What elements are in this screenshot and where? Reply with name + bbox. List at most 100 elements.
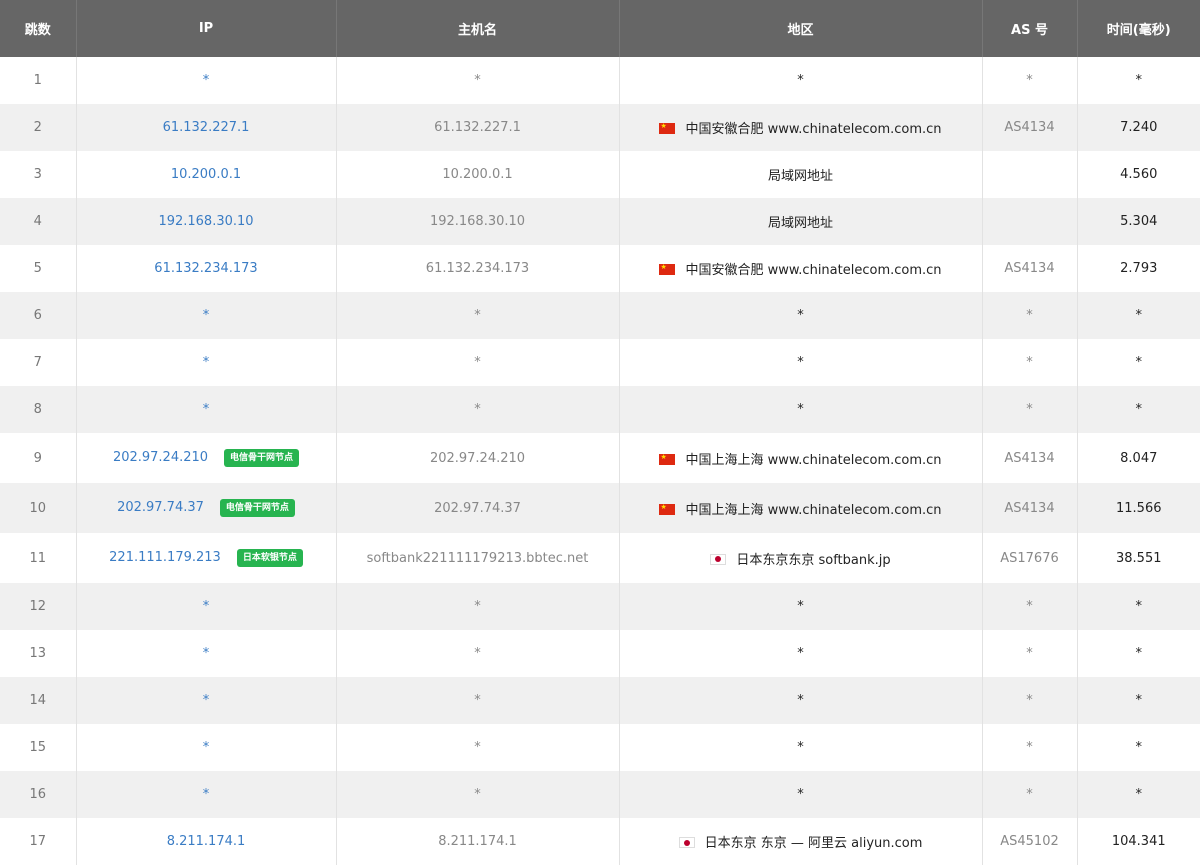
header-hostname: 主机名: [336, 0, 620, 57]
hostname-cell: *: [336, 339, 620, 386]
time-cell: *: [1077, 677, 1200, 724]
region-cell: *: [619, 677, 983, 724]
ip-link[interactable]: 61.132.227.1: [163, 120, 250, 135]
ip-link[interactable]: 192.168.30.10: [158, 214, 253, 229]
header-region: 地区: [619, 0, 983, 57]
as-number-cell: AS4134: [982, 245, 1078, 292]
as-number-cell: [982, 151, 1078, 198]
table-row: 11 221.111.179.213 日本软银节点 softbank221111179…: [0, 533, 1200, 583]
table-row: 6 * * * * *: [0, 292, 1200, 339]
hop-number: 3: [0, 151, 77, 198]
region-cell: *: [619, 630, 983, 677]
region-cell: 中国安徽合肥 www.chinatelecom.com.cn: [619, 104, 983, 151]
ip-link[interactable]: *: [203, 693, 210, 708]
region-text: *: [797, 740, 804, 755]
table-row: 4 192.168.30.10 192.168.30.10 局域网地址 5.304: [0, 198, 1200, 245]
as-number-cell: *: [982, 292, 1078, 339]
ip-link[interactable]: *: [203, 73, 210, 88]
table-row: 8 * * * * *: [0, 386, 1200, 433]
china-flag-icon: [659, 501, 676, 515]
region-text: *: [797, 693, 804, 708]
hop-number: 13: [0, 630, 77, 677]
hop-number: 5: [0, 245, 77, 292]
ip-link[interactable]: *: [203, 308, 210, 323]
region-text: 中国安徽合肥 www.chinatelecom.com.cn: [685, 122, 942, 137]
hostname-cell: *: [336, 630, 620, 677]
hostname-cell: 61.132.227.1: [336, 104, 620, 151]
table-row: 13 * * * * *: [0, 630, 1200, 677]
header-hop: 跳数: [0, 0, 77, 57]
region-cell: *: [619, 292, 983, 339]
node-badge: 日本软银节点: [236, 549, 303, 567]
time-cell: *: [1077, 292, 1200, 339]
china-flag-icon: [659, 451, 676, 465]
region-cell: 局域网地址: [619, 151, 983, 198]
table-row: 5 61.132.234.173 61.132.234.173 中国安徽合肥 www.…: [0, 245, 1200, 292]
hop-number: 4: [0, 198, 77, 245]
ip-cell: *: [76, 386, 337, 433]
region-text: *: [797, 646, 804, 661]
hostname-cell: 202.97.74.37: [336, 483, 620, 533]
table-header: 跳数 IP 主机名 地区 AS 号 时间(毫秒): [0, 0, 1200, 57]
node-badge: 电信骨干网节点: [224, 449, 300, 467]
ip-link[interactable]: *: [203, 787, 210, 802]
ip-link[interactable]: 221.111.179.213: [109, 550, 221, 565]
ip-link[interactable]: *: [203, 402, 210, 417]
ip-link[interactable]: 202.97.74.37: [117, 500, 204, 515]
ip-cell: 221.111.179.213 日本软银节点: [76, 533, 337, 583]
hop-number: 6: [0, 292, 77, 339]
ip-cell: *: [76, 771, 337, 818]
ip-cell: *: [76, 292, 337, 339]
hop-number: 8: [0, 386, 77, 433]
ip-cell: *: [76, 724, 337, 771]
region-cell: 中国上海上海 www.chinatelecom.com.cn: [619, 433, 983, 483]
ip-link[interactable]: *: [203, 646, 210, 661]
ip-link[interactable]: *: [203, 599, 210, 614]
hop-number: 9: [0, 433, 77, 483]
ip-link[interactable]: 61.132.234.173: [154, 261, 257, 276]
time-cell: *: [1077, 583, 1200, 630]
as-number-cell: *: [982, 677, 1078, 724]
hop-number: 16: [0, 771, 77, 818]
table-row: 1 * * * * *: [0, 57, 1200, 104]
time-cell: 11.566: [1077, 483, 1200, 533]
time-cell: 4.560: [1120, 167, 1158, 182]
hostname-cell: softbank221111179213.bbtec.net: [336, 533, 620, 583]
region-cell: 日本东京东京 softbank.jp: [619, 533, 983, 583]
as-number-cell: AS17676: [982, 533, 1078, 583]
hop-number: 17: [0, 818, 77, 865]
table-body: 1*****261.132.227.161.132.227.1中国安徽合肥 ww…: [0, 57, 1200, 865]
table-row: 2 61.132.227.1 61.132.227.1 中国安徽合肥 www.chin…: [0, 104, 1200, 151]
region-text: 日本东京东京 softbank.jp: [736, 552, 891, 568]
as-number-cell: *: [982, 57, 1078, 104]
table-row: 3 10.200.0.1 10.200.0.1 局域网地址 4.560: [0, 151, 1200, 198]
region-cell: 局域网地址: [619, 198, 983, 245]
region-cell: *: [619, 339, 983, 386]
header-ip: IP: [76, 0, 337, 57]
hostname-cell: 61.132.234.173: [336, 245, 620, 292]
table-row: 9 202.97.24.210 电信骨干网节点 202.97.24.210 中国上海上海…: [0, 433, 1200, 483]
ip-cell: 202.97.74.37 电信骨干网节点: [76, 483, 337, 533]
ip-cell: 202.97.24.210 电信骨干网节点: [76, 433, 337, 483]
japan-flag-icon: [678, 837, 695, 848]
as-number-cell: [982, 198, 1078, 245]
ip-link[interactable]: 8.211.174.1: [167, 834, 246, 849]
ip-link[interactable]: 10.200.0.1: [171, 167, 241, 182]
ip-link[interactable]: *: [203, 740, 210, 755]
table-row: 15 * * * * *: [0, 724, 1200, 771]
time-cell: *: [1135, 73, 1143, 88]
as-number-cell: AS4134: [982, 433, 1078, 483]
traceroute-table: 跳数 IP 主机名 地区 AS 号 时间(毫秒) 1 * * * * * 2 61.132.2…: [0, 0, 1200, 865]
hostname-cell: 10.200.0.1: [336, 151, 620, 198]
ip-cell: 10.200.0.1: [76, 151, 337, 198]
hostname-cell: 192.168.30.10: [336, 198, 620, 245]
as-number-cell: *: [982, 583, 1078, 630]
ip-link[interactable]: 202.97.24.210: [113, 450, 208, 465]
time-cell: *: [1135, 646, 1143, 661]
time-cell: *: [1077, 771, 1200, 818]
ip-cell: *: [76, 57, 337, 104]
as-number-cell: AS4134: [982, 483, 1078, 533]
table-row: 12 * * * * *: [0, 583, 1200, 630]
hostname-cell: 202.97.24.210: [336, 433, 620, 483]
ip-link[interactable]: *: [203, 355, 210, 370]
